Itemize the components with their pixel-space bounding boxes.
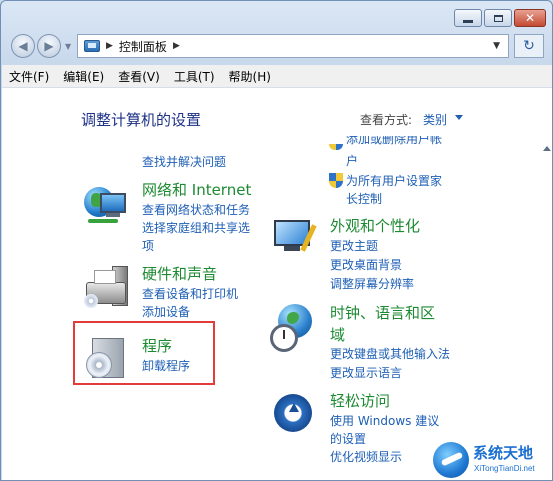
link-network-status[interactable]: 查看网络状态和任务 <box>142 202 250 218</box>
clock-globe-icon[interactable] <box>270 304 320 354</box>
heading-clock-language[interactable]: 时钟、语言和区 <box>330 303 435 323</box>
menu-help[interactable]: 帮助(H) <box>222 68 278 85</box>
link-user-accounts-cont[interactable]: 户 <box>346 153 358 169</box>
link-add-device[interactable]: 添加设备 <box>142 304 190 320</box>
link-parental-controls[interactable]: 为所有用户设置家 <box>346 173 442 189</box>
link-change-theme[interactable]: 更改主题 <box>330 238 378 254</box>
network-icon[interactable] <box>82 183 128 229</box>
recent-pages-dropdown[interactable]: ▼ <box>65 42 71 51</box>
link-devices-printers[interactable]: 查看设备和打印机 <box>142 286 238 302</box>
scroll-up-icon[interactable] <box>543 146 551 151</box>
watermark-logo-icon <box>433 442 469 478</box>
back-button[interactable]: ◀ <box>11 34 35 58</box>
link-keyboard-input[interactable]: 更改键盘或其他输入法 <box>330 346 450 362</box>
link-desktop-background[interactable]: 更改桌面背景 <box>330 257 402 273</box>
link-troubleshoot[interactable]: 查找并解决问题 <box>142 154 226 170</box>
heading-network-internet[interactable]: 网络和 Internet <box>142 180 251 200</box>
printer-icon[interactable] <box>82 264 132 312</box>
minimize-button[interactable] <box>454 9 482 27</box>
link-user-accounts-partial[interactable]: 添加或删除用户帐 <box>346 136 442 145</box>
breadcrumb-chevron-icon[interactable]: ▶ <box>173 41 180 51</box>
content-area: 调整计算机的设置 查看方式: 类别 查找并解决问题 网络和 Internet 查… <box>2 88 552 480</box>
shield-icon <box>329 142 343 150</box>
refresh-icon: ↻ <box>523 38 535 54</box>
site-watermark: 系统天地 XiTongTianDi.net <box>431 440 552 480</box>
menu-file[interactable]: 文件(F) <box>2 68 56 85</box>
heading-hardware-sound[interactable]: 硬件和声音 <box>142 264 217 284</box>
menu-tools[interactable]: 工具(T) <box>167 68 222 85</box>
breadcrumb-control-panel[interactable]: 控制面板 <box>119 38 167 55</box>
link-windows-suggestions[interactable]: 使用 Windows 建议 <box>330 413 439 429</box>
breadcrumb-chevron-icon[interactable]: ▶ <box>106 41 113 51</box>
arrow-right-icon: ▶ <box>44 39 54 53</box>
arrow-left-icon: ◀ <box>18 39 28 53</box>
control-panel-window: ✕ ◀ ▶ ▼ ▶ 控制面板 ▶ ▼ ↻ 文件(F) 编辑(E) 查看(V) 工… <box>0 0 553 481</box>
view-by-label: 查看方式: <box>360 113 413 127</box>
close-icon: ✕ <box>524 11 536 25</box>
maximize-button[interactable] <box>484 9 512 27</box>
link-optimize-display[interactable]: 优化视频显示 <box>330 449 402 465</box>
menu-view[interactable]: 查看(V) <box>111 68 167 85</box>
link-windows-suggestions-cont[interactable]: 的设置 <box>330 431 366 447</box>
link-homegroup[interactable]: 选择家庭组和共享选 <box>142 220 250 236</box>
watermark-subtitle: XiTongTianDi.net <box>474 464 535 473</box>
menu-bar: 文件(F) 编辑(E) 查看(V) 工具(T) 帮助(H) <box>2 65 552 88</box>
link-homegroup-cont[interactable]: 项 <box>142 238 154 254</box>
ease-of-access-icon[interactable] <box>274 394 314 434</box>
forward-button[interactable]: ▶ <box>37 34 61 58</box>
appearance-icon[interactable] <box>270 216 322 260</box>
view-by-dropdown[interactable]: 类别 <box>423 111 447 128</box>
heading-ease-of-access[interactable]: 轻松访问 <box>330 391 390 411</box>
page-title: 调整计算机的设置 <box>81 111 202 129</box>
heading-clock-language-cont[interactable]: 域 <box>330 325 345 345</box>
close-button[interactable]: ✕ <box>514 9 546 27</box>
link-parental-controls-cont[interactable]: 长控制 <box>346 191 382 207</box>
maximize-icon <box>493 14 503 22</box>
control-panel-icon <box>84 40 100 52</box>
address-bar[interactable]: ▶ 控制面板 ▶ ▼ <box>77 34 509 58</box>
link-display-language[interactable]: 更改显示语言 <box>330 365 402 381</box>
heading-appearance[interactable]: 外观和个性化 <box>330 216 420 236</box>
watermark-title: 系统天地 <box>473 444 534 462</box>
refresh-button[interactable]: ↻ <box>514 34 544 58</box>
address-dropdown-icon[interactable]: ▼ <box>493 41 500 51</box>
minimize-icon <box>463 19 473 23</box>
caption-buttons: ✕ <box>454 9 546 27</box>
programs-highlight-box <box>73 321 215 385</box>
chevron-down-icon[interactable] <box>455 115 463 120</box>
link-screen-resolution[interactable]: 调整屏幕分辨率 <box>330 276 414 292</box>
menu-edit[interactable]: 编辑(E) <box>56 68 111 85</box>
navigation-bar: ◀ ▶ ▼ ▶ 控制面板 ▶ ▼ ↻ <box>7 34 547 60</box>
shield-icon <box>329 173 343 189</box>
